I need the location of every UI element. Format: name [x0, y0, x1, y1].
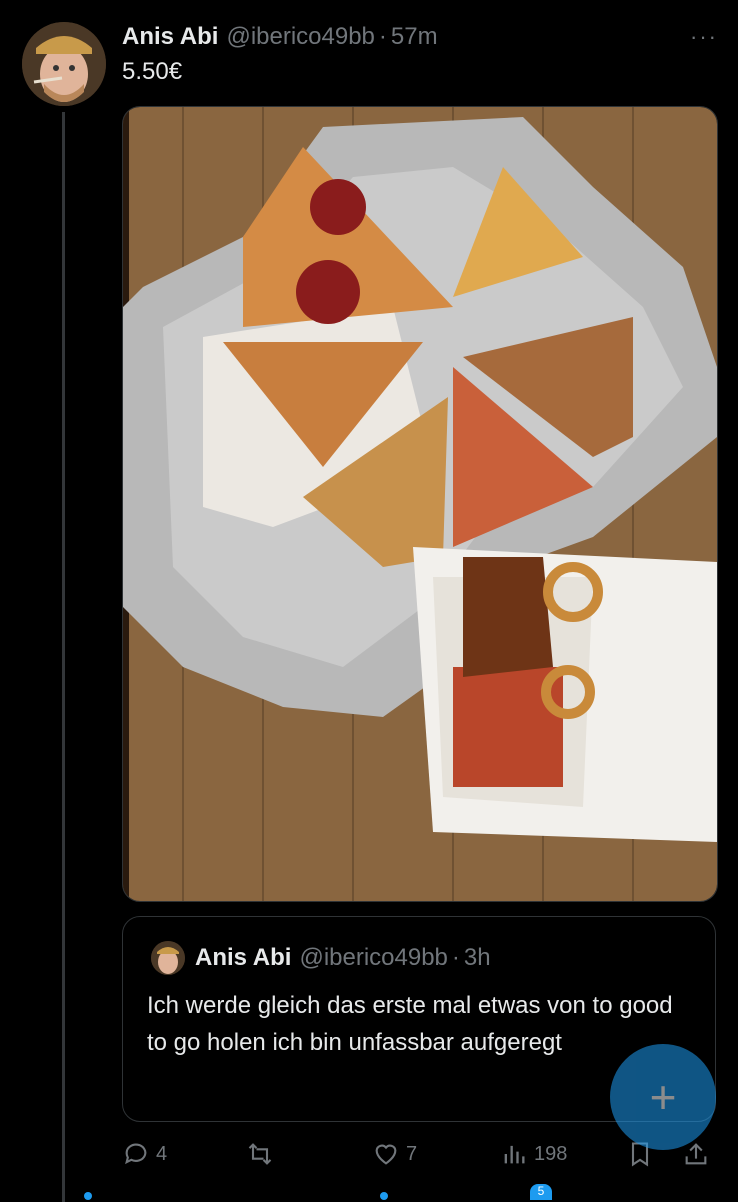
views-button[interactable]: 198	[500, 1134, 567, 1174]
like-button[interactable]: 7	[372, 1134, 417, 1174]
quoted-timestamp: 3h	[463, 944, 491, 971]
tweet-text: 5.50€	[122, 58, 183, 85]
reply-count: 4	[156, 1142, 168, 1165]
tweet-photo[interactable]	[122, 106, 718, 902]
nav-home-icon[interactable]	[84, 1192, 92, 1200]
avatar-image	[22, 22, 106, 106]
like-icon	[375, 1144, 397, 1165]
food-photo	[123, 107, 717, 901]
quoted-separator: ·	[451, 944, 460, 971]
quoted-author-handle: @iberico49bb	[299, 944, 448, 971]
reply-button[interactable]: 4	[122, 1134, 167, 1174]
avatar[interactable]	[22, 22, 106, 106]
author-handle[interactable]: @iberico49bb	[226, 23, 374, 51]
quoted-text: Ich werde gleich das erste mal etwas von…	[147, 992, 673, 1056]
views-icon	[504, 1145, 525, 1164]
views-count: 198	[534, 1142, 568, 1165]
quoted-avatar-image	[151, 941, 185, 975]
nav-communities-icon[interactable]	[380, 1192, 388, 1200]
more-icon[interactable]: ···	[690, 24, 718, 50]
compose-icon: +	[649, 1071, 677, 1123]
bottom-nav	[0, 1186, 738, 1200]
separator: ·	[378, 23, 387, 50]
tweet-header: Anis Abi @iberico49bb · 57m ···	[122, 20, 718, 54]
author-name[interactable]: Anis Abi	[122, 23, 218, 51]
thread-line	[62, 112, 65, 1202]
quoted-header: Anis Abi @iberico49bb · 3h	[195, 941, 491, 975]
quoted-avatar	[151, 941, 185, 975]
reply-icon	[125, 1143, 147, 1165]
retweet-icon	[248, 1143, 272, 1165]
notification-badge: 5	[530, 1184, 552, 1200]
compose-button[interactable]: +	[610, 1044, 716, 1150]
quoted-author-name: Anis Abi	[195, 944, 292, 971]
retweet-button[interactable]	[246, 1134, 274, 1174]
like-count: 7	[406, 1142, 418, 1165]
timestamp[interactable]: 57m	[391, 23, 438, 51]
